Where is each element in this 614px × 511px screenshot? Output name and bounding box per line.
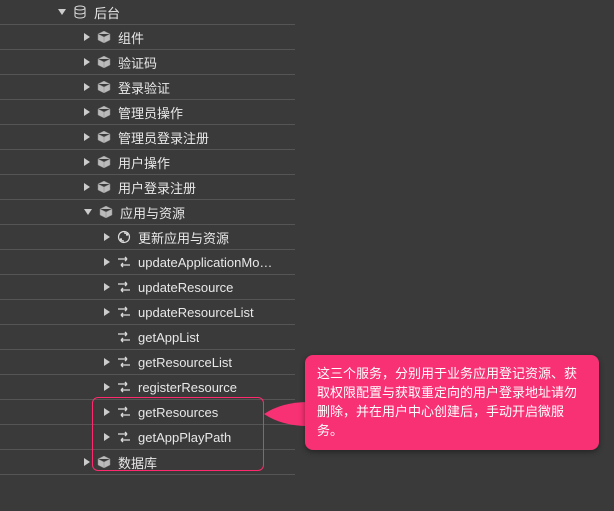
tree-child[interactable]: updateResource [0, 275, 295, 300]
chevron-right-icon [84, 133, 90, 141]
tree-item[interactable]: 管理员操作 [0, 100, 295, 125]
tree-item-label: 用户操作 [118, 153, 170, 172]
stack-icon [72, 5, 88, 19]
tree-child-label: getResources [138, 405, 218, 420]
tree-child-register[interactable]: registerResource [0, 375, 295, 400]
tree-root[interactable]: 后台 [0, 0, 295, 25]
tree-child-label: getAppPlayPath [138, 430, 231, 445]
package-icon [96, 80, 112, 94]
tree-item-appres[interactable]: 应用与资源 [0, 200, 295, 225]
tree-item[interactable]: 用户登录注册 [0, 175, 295, 200]
tree-child-label: 更新应用与资源 [138, 228, 229, 247]
package-icon [98, 205, 114, 219]
chevron-right-icon [84, 158, 90, 166]
chevron-right-icon [84, 83, 90, 91]
tree-item[interactable]: 验证码 [0, 50, 295, 75]
tree-root-label: 后台 [94, 3, 120, 22]
tree-child[interactable]: updateResourceList [0, 300, 295, 325]
tree-child-label: updateResource [138, 280, 233, 295]
annotation-callout: 这三个服务，分别用于业务应用登记资源、获取权限配置与获取重定向的用户登录地址请勿… [305, 355, 599, 450]
tree-item-label: 用户登录注册 [118, 178, 196, 197]
callout-text: 这三个服务，分别用于业务应用登记资源、获取权限配置与获取重定向的用户登录地址请勿… [317, 366, 577, 438]
tree-item-label: 管理员操作 [118, 103, 183, 122]
tree-item[interactable]: 用户操作 [0, 150, 295, 175]
chevron-right-icon [84, 183, 90, 191]
flow-icon [116, 380, 132, 394]
tree-child[interactable]: getResourceList [0, 350, 295, 375]
flow-icon [116, 405, 132, 419]
tree-item-label: 组件 [118, 28, 144, 47]
chevron-right-icon [84, 58, 90, 66]
arrow-spacer [104, 333, 110, 341]
chevron-right-icon [84, 33, 90, 41]
chevron-down-icon [84, 209, 92, 215]
flow-icon [116, 330, 132, 344]
tree-panel: 后台 组件 验证码 登录验证 管理员操作 管理员登录注册 用户操作 用户登录注册 [0, 0, 295, 475]
package-icon [96, 180, 112, 194]
chevron-down-icon [58, 9, 66, 15]
chevron-right-icon [84, 108, 90, 116]
chevron-right-icon [104, 233, 110, 241]
package-icon [96, 30, 112, 44]
flow-icon [116, 305, 132, 319]
tree-item-label: 管理员登录注册 [118, 128, 209, 147]
chevron-right-icon [104, 358, 110, 366]
chevron-right-icon [104, 258, 110, 266]
tree-item-label: 登录验证 [118, 78, 170, 97]
tree-child-label: updateApplicationMo… [138, 255, 272, 270]
tree-child-getappplaypath[interactable]: getAppPlayPath [0, 425, 295, 450]
tree-child-label: getResourceList [138, 355, 232, 370]
tree-child[interactable]: 更新应用与资源 [0, 225, 295, 250]
tree-item[interactable]: 组件 [0, 25, 295, 50]
package-icon [96, 130, 112, 144]
chevron-right-icon [104, 383, 110, 391]
flow-icon [116, 280, 132, 294]
tree-child-label: getAppList [138, 330, 199, 345]
package-icon [96, 105, 112, 119]
tree-item-label: 应用与资源 [120, 203, 185, 222]
chevron-right-icon [104, 433, 110, 441]
tree-item[interactable]: 登录验证 [0, 75, 295, 100]
package-icon [96, 455, 112, 469]
flow-icon [116, 255, 132, 269]
chevron-right-icon [104, 283, 110, 291]
tree-child[interactable]: updateApplicationMo… [0, 250, 295, 275]
tree-item-label: 验证码 [118, 53, 157, 72]
tree-child-getresources[interactable]: getResources [0, 400, 295, 425]
package-icon [96, 155, 112, 169]
flow-icon [116, 355, 132, 369]
chevron-right-icon [104, 308, 110, 316]
refresh-icon [116, 230, 132, 244]
flow-icon [116, 430, 132, 444]
tree-item[interactable]: 数据库 [0, 450, 295, 475]
tree-item-label: 数据库 [118, 453, 157, 472]
tree-child[interactable]: getAppList [0, 325, 295, 350]
tree-item[interactable]: 管理员登录注册 [0, 125, 295, 150]
chevron-right-icon [84, 458, 90, 466]
chevron-right-icon [104, 408, 110, 416]
package-icon [96, 55, 112, 69]
tree-child-label: updateResourceList [138, 305, 254, 320]
tree-child-label: registerResource [138, 380, 237, 395]
